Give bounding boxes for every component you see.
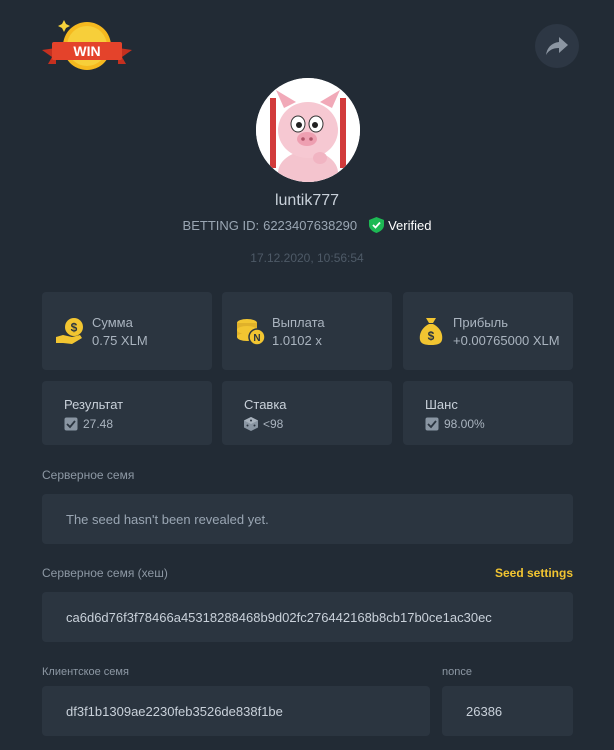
verified-label: Verified: [388, 217, 432, 233]
stat-card-amount: $ Сумма 0.75 XLM: [42, 292, 212, 370]
client-seed-value: df3f1b1309ae2230feb3526de838f1be: [66, 703, 283, 719]
server-seed-field[interactable]: The seed hasn't been revealed yet.: [42, 494, 573, 544]
dice-icon: [244, 417, 258, 431]
detail-value: 98.00%: [444, 417, 485, 431]
coins-stack-icon: N: [237, 319, 266, 346]
bet-timestamp: 17.12.2020, 10:56:54: [250, 251, 364, 265]
money-bag-icon: $: [419, 318, 443, 345]
seed-settings-link[interactable]: Seed settings: [495, 566, 573, 580]
detail-label: Ставка: [244, 397, 287, 412]
nonce-label: nonce: [442, 666, 472, 678]
stat-value: +0.00765000 XLM: [453, 332, 560, 348]
share-arrow-icon: [546, 37, 568, 55]
win-badge-text: WIN: [73, 43, 100, 59]
stat-card-payout: N Выплата 1.0102 x: [222, 292, 392, 370]
nonce-field[interactable]: 26386: [442, 686, 573, 736]
username: luntik777: [274, 192, 340, 209]
verified-shield-icon: [369, 217, 385, 233]
detail-value: <98: [263, 417, 284, 431]
detail-label: Результат: [64, 397, 124, 412]
share-button[interactable]: [535, 24, 579, 68]
stat-value: 1.0102 x: [272, 332, 322, 348]
betting-id-value: 6223407638290: [263, 217, 358, 233]
detail-card-bet: Ставка <98: [222, 381, 392, 445]
detail-label: Шанс: [425, 397, 458, 412]
client-seed-field[interactable]: df3f1b1309ae2230feb3526de838f1be: [42, 686, 430, 736]
win-badge: WIN: [42, 20, 132, 72]
stat-label: Прибыль: [453, 314, 508, 330]
stat-value: 0.75 XLM: [92, 332, 148, 348]
avatar: [256, 78, 360, 182]
server-seed-value: The seed hasn't been revealed yet.: [66, 511, 269, 527]
money-hand-icon: $: [56, 318, 83, 344]
svg-text:$: $: [428, 329, 435, 343]
svg-text:N: N: [253, 333, 260, 344]
check-box-icon: [425, 417, 439, 431]
betting-id-row: BETTING ID: 6223407638290 Verified: [0, 217, 614, 233]
svg-text:$: $: [71, 321, 78, 335]
detail-card-result: Результат 27.48: [42, 381, 212, 445]
stat-label: Сумма: [92, 314, 133, 330]
server-seed-hash-field[interactable]: ca6d6d76f3f78466a45318288468b9d02fc27644…: [42, 592, 573, 642]
server-seed-hash-value: ca6d6d76f3f78466a45318288468b9d02fc27644…: [66, 609, 492, 625]
client-seed-label: Клиентское семя: [42, 666, 129, 678]
server-seed-hash-label: Серверное семя (хеш): [42, 566, 168, 580]
stat-card-profit: $ Прибыль +0.00765000 XLM: [403, 292, 573, 370]
betting-id-label: BETTING ID:: [182, 217, 260, 233]
stat-label: Выплата: [272, 314, 325, 330]
detail-card-chance: Шанс 98.00%: [403, 381, 573, 445]
detail-value: 27.48: [83, 417, 114, 431]
check-box-icon: [64, 417, 78, 431]
server-seed-label: Серверное семя: [42, 468, 135, 482]
nonce-value: 26386: [466, 703, 503, 719]
